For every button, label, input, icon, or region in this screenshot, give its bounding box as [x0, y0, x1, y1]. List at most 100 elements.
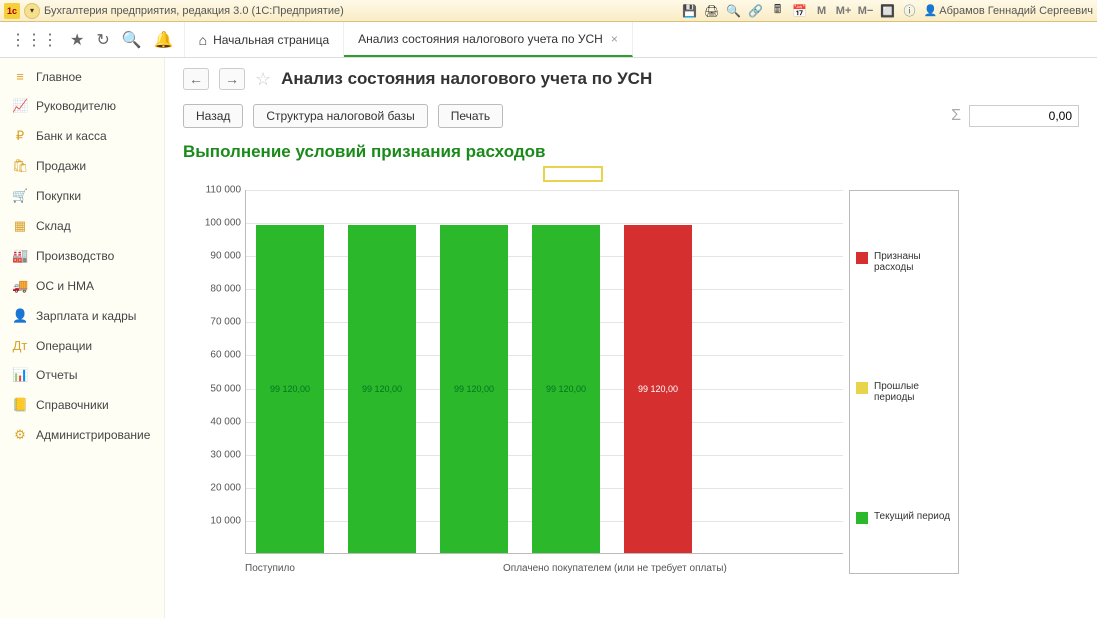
- sidebar-item-label: Отчеты: [36, 368, 77, 382]
- y-tick-label: 40 000: [210, 416, 241, 427]
- search-toolbar-icon[interactable]: 🔍: [122, 30, 142, 50]
- apps-icon[interactable]: ⋮⋮⋮: [10, 30, 58, 50]
- m-plus-icon[interactable]: M+: [836, 3, 852, 19]
- m-icon[interactable]: M: [814, 3, 830, 19]
- y-tick-label: 100 000: [205, 218, 241, 229]
- y-tick-label: 80 000: [210, 284, 241, 295]
- save-icon[interactable]: 💾: [682, 3, 698, 19]
- bar-value-label: 99 120,00: [546, 384, 586, 394]
- info-icon[interactable]: ⓘ: [902, 3, 918, 19]
- chart-bar-3[interactable]: 99 120,00: [532, 225, 600, 553]
- sidebar-item-3[interactable]: 🛍 Продажи: [0, 151, 164, 181]
- print-button[interactable]: Печать: [438, 104, 503, 128]
- app-menu-button[interactable]: ▾: [24, 3, 40, 19]
- titlebar: 1c ▾ Бухгалтерия предприятия, редакция 3…: [0, 0, 1097, 22]
- chart-plot: 99 120,00 99 120,00 99 120,00 99 120,00 99 1…: [245, 190, 843, 554]
- sidebar-item-label: Зарплата и кадры: [36, 309, 136, 323]
- sidebar-item-12[interactable]: ⚙Администрирование: [0, 420, 164, 450]
- chart-highlight-box: [543, 166, 603, 182]
- chart-title: Выполнение условий признания расходов: [183, 142, 1079, 162]
- amount-input[interactable]: [969, 105, 1079, 127]
- sidebar-icon: 🛍: [12, 158, 28, 174]
- bar-value-label: 99 120,00: [362, 384, 402, 394]
- grid-line: [246, 190, 843, 191]
- history-icon[interactable]: ↻: [96, 30, 109, 50]
- chart-legend: Признаны расходы Прошлые периоды Текущий п…: [849, 190, 959, 574]
- legend-item-1: Прошлые периоды: [850, 381, 958, 403]
- sidebar-icon: ≡: [12, 69, 28, 84]
- toolbar-icons: ⋮⋮⋮ ★ ↻ 🔍 🔔: [0, 22, 185, 57]
- chart-wrap: 99 120,00 99 120,00 99 120,00 99 120,00 99 1…: [183, 172, 1079, 582]
- sidebar-item-4[interactable]: 🛒 Покупки: [0, 181, 164, 211]
- sidebar-icon: 🛒: [12, 188, 28, 204]
- sidebar-item-label: ОС и НМА: [36, 279, 94, 293]
- calc-icon[interactable]: 🖩: [770, 3, 786, 19]
- tab-home[interactable]: Начальная страница: [185, 22, 345, 57]
- chart-bar-2[interactable]: 99 120,00: [440, 225, 508, 553]
- grid-line: [246, 223, 843, 224]
- print-icon[interactable]: 🖨: [704, 3, 720, 19]
- sidebar: ≡Главное📈Руководителю ₽ Банк и касса 🛍 Прода…: [0, 58, 165, 618]
- chart-area: 99 120,00 99 120,00 99 120,00 99 120,00 99 1…: [183, 172, 843, 582]
- y-tick-label: 60 000: [210, 350, 241, 361]
- m-minus-icon[interactable]: M−: [858, 3, 874, 19]
- sigma-icon[interactable]: Σ: [951, 107, 961, 125]
- bar-value-label: 99 120,00: [454, 384, 494, 394]
- sidebar-item-label: Продажи: [36, 159, 86, 173]
- titlebar-left: 1c ▾ Бухгалтерия предприятия, редакция 3…: [4, 3, 682, 19]
- legend-item-0: Признаны расходы: [850, 251, 958, 273]
- sidebar-item-label: Склад: [36, 219, 71, 233]
- sidebar-item-9[interactable]: Дт Операции: [0, 331, 164, 360]
- bell-icon[interactable]: 🔔: [154, 30, 174, 50]
- y-tick-label: 20 000: [210, 482, 241, 493]
- chart-bar-0[interactable]: 99 120,00: [256, 225, 324, 553]
- sidebar-item-label: Банк и касса: [36, 129, 107, 143]
- star-icon[interactable]: ★: [70, 30, 84, 50]
- sidebar-icon: 🏭: [12, 248, 28, 264]
- x-label-left: Поступило: [245, 563, 295, 574]
- bar-value-label: 99 120,00: [638, 384, 678, 394]
- legend-label: Прошлые периоды: [874, 381, 952, 403]
- user-label[interactable]: 👤 Абрамов Геннадий Сергеевич: [924, 4, 1093, 17]
- sidebar-item-2[interactable]: ₽ Банк и касса: [0, 121, 164, 151]
- search-icon[interactable]: 🔍: [726, 3, 742, 19]
- structure-button[interactable]: Структура налоговой базы: [253, 104, 427, 128]
- sidebar-icon: Дт: [12, 338, 28, 353]
- sidebar-item-1[interactable]: 📈Руководителю: [0, 91, 164, 121]
- chart-bar-4[interactable]: 99 120,00: [624, 225, 692, 553]
- sidebar-item-8[interactable]: 👤 Зарплата и кадры: [0, 301, 164, 331]
- sidebar-item-0[interactable]: ≡Главное: [0, 62, 164, 91]
- favorite-icon[interactable]: ☆: [255, 69, 271, 90]
- legend-item-2: Текущий период: [850, 511, 956, 524]
- legend-label: Признаны расходы: [874, 251, 952, 273]
- y-tick-label: 70 000: [210, 317, 241, 328]
- sidebar-item-5[interactable]: ▦ Склад: [0, 211, 164, 241]
- sidebar-item-7[interactable]: 🚚ОС и НМА: [0, 271, 164, 301]
- toolbar-row: ⋮⋮⋮ ★ ↻ 🔍 🔔 Начальная страница Анализ со…: [0, 22, 1097, 58]
- nav-back-button[interactable]: ←: [183, 68, 209, 90]
- back-button[interactable]: Назад: [183, 104, 243, 128]
- sidebar-icon: ▦: [12, 218, 28, 234]
- sidebar-item-label: Операции: [36, 339, 92, 353]
- sidebar-item-10[interactable]: 📊Отчеты: [0, 360, 164, 390]
- sidebar-item-11[interactable]: 📒Справочники: [0, 390, 164, 420]
- sidebar-item-label: Покупки: [36, 189, 81, 203]
- sidebar-icon: ⚙: [12, 427, 28, 443]
- close-icon[interactable]: ×: [611, 32, 618, 46]
- sidebar-icon: 📒: [12, 397, 28, 413]
- app-title: Бухгалтерия предприятия, редакция 3.0 (1…: [44, 5, 344, 17]
- sidebar-icon: ₽: [12, 128, 28, 144]
- sidebar-item-6[interactable]: 🏭Производство: [0, 241, 164, 271]
- link-icon[interactable]: 🔗: [748, 3, 764, 19]
- sidebar-item-label: Руководителю: [36, 99, 116, 113]
- zoom-icon[interactable]: 🔲: [880, 3, 896, 19]
- nav-forward-button[interactable]: →: [219, 68, 245, 90]
- tab-analysis[interactable]: Анализ состояния налогового учета по УСН…: [344, 22, 633, 57]
- sidebar-icon: 👤: [12, 308, 28, 324]
- action-row: Назад Структура налоговой базы Печать Σ: [183, 104, 1079, 128]
- calendar-icon[interactable]: 📅: [792, 3, 808, 19]
- y-tick-label: 90 000: [210, 251, 241, 262]
- logo-1c-icon: 1c: [4, 3, 20, 19]
- main-layout: ≡Главное📈Руководителю ₽ Банк и касса 🛍 Прода…: [0, 58, 1097, 618]
- chart-bar-1[interactable]: 99 120,00: [348, 225, 416, 553]
